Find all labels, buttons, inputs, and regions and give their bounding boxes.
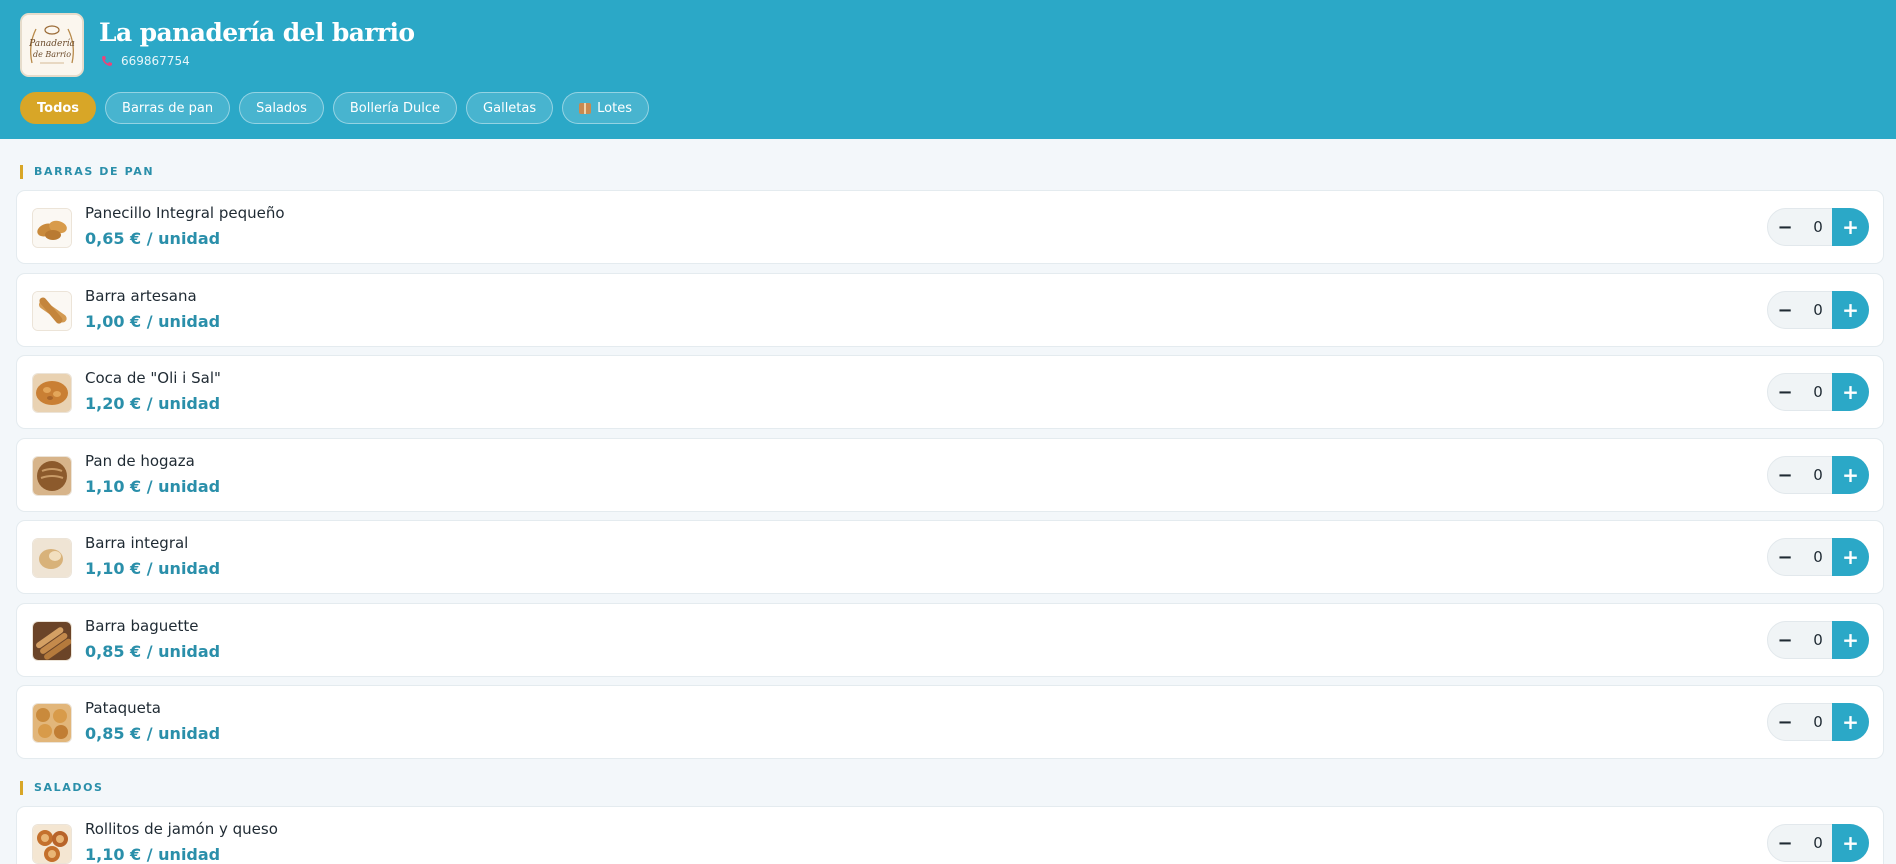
quantity-stepper: − 0 + bbox=[1767, 621, 1869, 659]
decrease-button[interactable]: − bbox=[1768, 457, 1802, 493]
product-price: 1,10 € / unidad bbox=[85, 559, 221, 578]
decrease-button[interactable]: − bbox=[1768, 209, 1802, 245]
increase-button[interactable]: + bbox=[1832, 538, 1869, 576]
product-image bbox=[32, 208, 72, 248]
product-name: Panecillo Integral pequeño bbox=[85, 204, 285, 222]
tab-barras-de-pan[interactable]: Barras de pan bbox=[105, 92, 231, 124]
quantity-stepper: − 0 + bbox=[1767, 703, 1869, 741]
decrease-button[interactable]: − bbox=[1768, 374, 1802, 410]
quantity-stepper: − 0 + bbox=[1767, 208, 1869, 246]
product-image bbox=[32, 291, 72, 331]
quantity-value: 0 bbox=[1813, 548, 1823, 566]
bakery-logo: Panadería de Barrio bbox=[20, 13, 84, 77]
quantity-stepper: − 0 + bbox=[1767, 373, 1869, 411]
product-price: 0,85 € / unidad bbox=[85, 642, 221, 661]
quantity-value: 0 bbox=[1813, 466, 1823, 484]
quantity-value: 0 bbox=[1813, 301, 1823, 319]
product-image bbox=[32, 703, 72, 743]
increase-button[interactable]: + bbox=[1832, 824, 1869, 862]
decrease-button[interactable]: − bbox=[1768, 704, 1802, 740]
phone-icon bbox=[101, 55, 113, 67]
tab-galletas[interactable]: Galletas bbox=[466, 92, 554, 124]
increase-button[interactable]: + bbox=[1832, 208, 1869, 246]
product-price: 1,20 € / unidad bbox=[85, 394, 221, 413]
product-row: Barra baguette 0,85 € / unidad − 0 + bbox=[16, 603, 1884, 677]
product-name: Coca de "Oli i Sal" bbox=[85, 369, 221, 387]
product-price: 1,10 € / unidad bbox=[85, 845, 221, 864]
product-name: Pan de hogaza bbox=[85, 452, 195, 470]
category-tabs: Todos Barras de pan Salados Bollería Dul… bbox=[20, 92, 649, 124]
tab-todos[interactable]: Todos bbox=[20, 92, 97, 124]
product-name: Barra artesana bbox=[85, 287, 197, 305]
product-image bbox=[32, 621, 72, 661]
product-row: Rollitos de jamón y queso 1,10 € / unida… bbox=[16, 806, 1884, 864]
quantity-value: 0 bbox=[1813, 383, 1823, 401]
product-image bbox=[32, 824, 72, 864]
product-row: Barra integral 1,10 € / unidad − 0 + bbox=[16, 520, 1884, 594]
tab-salados[interactable]: Salados bbox=[239, 92, 324, 124]
tab-bolleria-dulce[interactable]: Bollería Dulce bbox=[332, 92, 458, 124]
product-image bbox=[32, 456, 72, 496]
quantity-stepper: − 0 + bbox=[1767, 538, 1869, 576]
product-price: 0,65 € / unidad bbox=[85, 229, 221, 248]
product-row: Panecillo Integral pequeño 0,65 € / unid… bbox=[16, 190, 1884, 264]
increase-button[interactable]: + bbox=[1832, 373, 1869, 411]
box-icon bbox=[579, 102, 592, 114]
app-header: Panadería de Barrio La panadería del bar… bbox=[0, 0, 1896, 139]
product-name: Rollitos de jamón y queso bbox=[85, 820, 278, 838]
product-image bbox=[32, 538, 72, 578]
svg-text:Panadería: Panadería bbox=[28, 38, 75, 49]
phone-number[interactable]: 669867754 bbox=[101, 53, 190, 69]
quantity-stepper: − 0 + bbox=[1767, 291, 1869, 329]
increase-button[interactable]: + bbox=[1832, 703, 1869, 741]
product-row: Pan de hogaza 1,10 € / unidad − 0 + bbox=[16, 438, 1884, 512]
decrease-button[interactable]: − bbox=[1768, 622, 1802, 658]
decrease-button[interactable]: − bbox=[1768, 825, 1802, 861]
section-title-salados: SALADOS bbox=[20, 781, 104, 795]
svg-text:de Barrio: de Barrio bbox=[33, 50, 71, 59]
decrease-button[interactable]: − bbox=[1768, 292, 1802, 328]
tab-lotes[interactable]: Lotes bbox=[562, 92, 649, 124]
product-name: Barra baguette bbox=[85, 617, 199, 635]
quantity-value: 0 bbox=[1813, 631, 1823, 649]
increase-button[interactable]: + bbox=[1832, 291, 1869, 329]
product-image bbox=[32, 373, 72, 413]
product-row: Barra artesana 1,00 € / unidad − 0 + bbox=[16, 273, 1884, 347]
quantity-stepper: − 0 + bbox=[1767, 824, 1869, 862]
product-price: 1,10 € / unidad bbox=[85, 477, 221, 496]
product-price: 0,85 € / unidad bbox=[85, 724, 221, 743]
quantity-value: 0 bbox=[1813, 834, 1823, 852]
quantity-value: 0 bbox=[1813, 218, 1823, 236]
product-row: Pataqueta 0,85 € / unidad − 0 + bbox=[16, 685, 1884, 759]
increase-button[interactable]: + bbox=[1832, 621, 1869, 659]
product-row: Coca de "Oli i Sal" 1,20 € / unidad − 0 … bbox=[16, 355, 1884, 429]
product-name: Pataqueta bbox=[85, 699, 161, 717]
quantity-stepper: − 0 + bbox=[1767, 456, 1869, 494]
section-title-barras: BARRAS DE PAN bbox=[20, 165, 154, 179]
shop-name: La panadería del barrio bbox=[99, 18, 415, 47]
increase-button[interactable]: + bbox=[1832, 456, 1869, 494]
phone-text: 669867754 bbox=[121, 54, 190, 68]
decrease-button[interactable]: − bbox=[1768, 539, 1802, 575]
quantity-value: 0 bbox=[1813, 713, 1823, 731]
product-name: Barra integral bbox=[85, 534, 189, 552]
product-price: 1,00 € / unidad bbox=[85, 312, 221, 331]
